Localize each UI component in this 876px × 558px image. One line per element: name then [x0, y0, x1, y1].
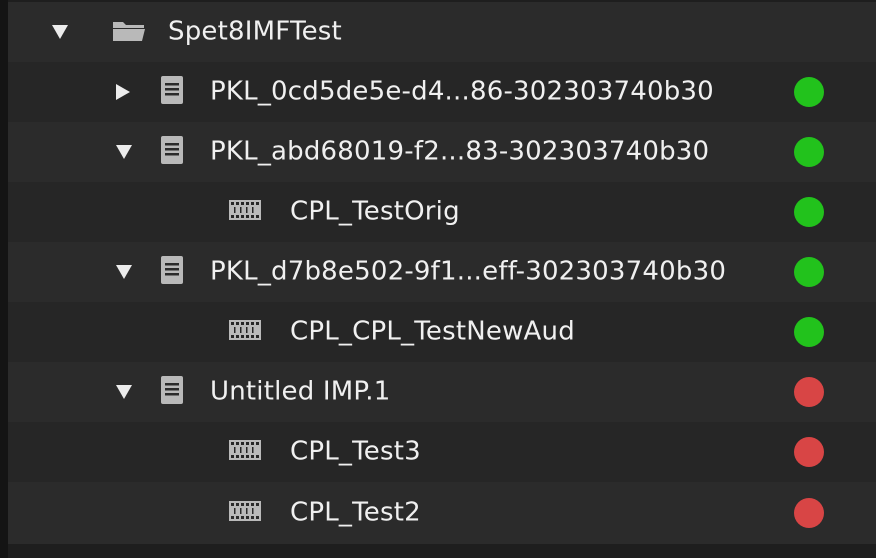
- folder-icon: [112, 18, 146, 46]
- tree-row-cpl[interactable]: CPL_TestOrig: [8, 182, 876, 242]
- tree-row-cpl[interactable]: CPL_Test2: [8, 482, 876, 544]
- status-indicator-error: [794, 437, 824, 467]
- film-icon: [228, 499, 262, 527]
- tree-item-label: CPL_Test3: [290, 436, 421, 467]
- film-icon: [228, 438, 262, 466]
- expand-arrow-icon[interactable]: [116, 265, 132, 279]
- document-icon: [160, 375, 184, 409]
- status-indicator-error: [794, 498, 824, 528]
- tree-row-pkl[interactable]: PKL_d7b8e502-9f1...eff-302303740b30: [8, 242, 876, 302]
- expand-arrow-icon[interactable]: [116, 385, 132, 399]
- tree-row-pkl[interactable]: Untitled IMP.1: [8, 362, 876, 422]
- film-icon: [228, 198, 262, 226]
- document-icon: [160, 75, 184, 109]
- expand-arrow-icon[interactable]: [52, 25, 68, 39]
- film-icon: [228, 318, 262, 346]
- panel-bottom-space: [8, 544, 876, 558]
- tree-item-label: PKL_d7b8e502-9f1...eff-302303740b30: [210, 256, 727, 287]
- tree-row-pkl[interactable]: PKL_abd68019-f2...83-302303740b30: [8, 122, 876, 182]
- status-indicator-ok: [794, 257, 824, 287]
- status-indicator-ok: [794, 137, 824, 167]
- tree-item-label: Untitled IMP.1: [210, 376, 391, 407]
- status-indicator-ok: [794, 317, 824, 347]
- tree-item-label: PKL_0cd5de5e-d4...86-302303740b30: [210, 76, 714, 107]
- expand-arrow-icon[interactable]: [116, 145, 132, 159]
- tree-item-label: CPL_Test2: [290, 497, 421, 528]
- imf-package-tree: Spet8IMFTest PKL_0cd5de5e-d4...86-302303…: [0, 0, 876, 558]
- tree-item-label: CPL_CPL_TestNewAud: [290, 316, 575, 347]
- tree-root-label: Spet8IMFTest: [168, 16, 342, 47]
- tree-item-label: CPL_TestOrig: [290, 196, 460, 227]
- status-indicator-ok: [794, 77, 824, 107]
- status-indicator-ok: [794, 197, 824, 227]
- status-indicator-error: [794, 377, 824, 407]
- tree-row-root[interactable]: Spet8IMFTest: [8, 2, 876, 62]
- panel-left-edge: [0, 0, 8, 558]
- collapse-arrow-icon[interactable]: [116, 84, 130, 100]
- tree-row-cpl[interactable]: CPL_Test3: [8, 422, 876, 482]
- tree-row-cpl[interactable]: CPL_CPL_TestNewAud: [8, 302, 876, 362]
- document-icon: [160, 135, 184, 169]
- tree-row-pkl[interactable]: PKL_0cd5de5e-d4...86-302303740b30: [8, 62, 876, 122]
- tree-item-label: PKL_abd68019-f2...83-302303740b30: [210, 136, 710, 167]
- document-icon: [160, 255, 184, 289]
